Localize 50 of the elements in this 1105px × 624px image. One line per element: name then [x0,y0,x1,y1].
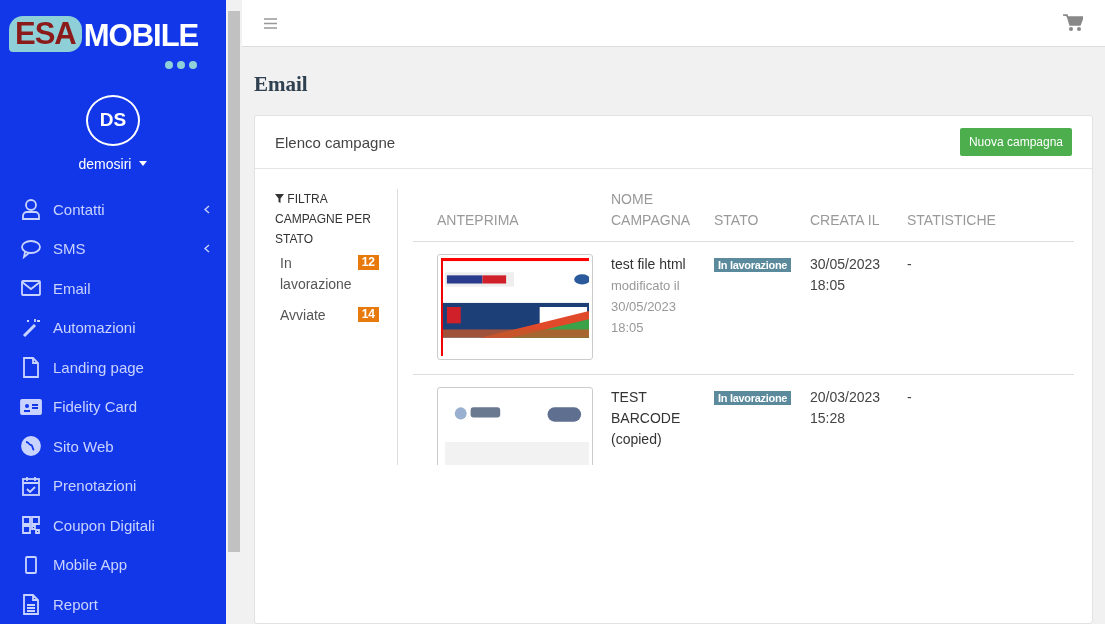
logo: ESA MOBILE [9,16,203,69]
globe-icon [20,435,42,458]
sidebar-item[interactable]: Email [0,268,226,308]
filter-title: FILTRA CAMPAGNE PER STATO [275,192,371,246]
cart-icon[interactable] [1063,14,1083,32]
chevron-icon [204,204,210,214]
user-avatar[interactable]: DS [86,94,140,146]
status-badge: In lavorazione [714,391,792,405]
column-header: STATISTICHE [907,212,996,228]
sidebar-item[interactable]: Coupon Digitali [0,505,226,545]
campaign-name: TEST BARCODE (copied) [611,388,682,449]
filter-item[interactable]: In lavorazione 12 [275,249,397,295]
sidebar-item[interactable]: Mobile App [0,545,226,585]
report-icon [20,593,42,616]
caret-icon[interactable] [139,161,148,166]
wand-icon [20,316,42,339]
column-header: CREATA IL [810,212,880,228]
sidebar-item[interactable]: Report [0,584,226,624]
sidebar-item[interactable]: Sito Web [0,426,226,466]
status-badge: In lavorazione [714,258,792,272]
menu-icon[interactable] [264,17,277,29]
sidebar-item[interactable]: Landing page [0,347,226,387]
filter-icon [275,194,284,203]
created-date: 20/03/2023 15:28 [810,389,881,426]
user-icon [20,198,42,221]
count-badge: 14 [357,307,379,322]
chat-icon [20,237,42,260]
sidebar-item[interactable]: Fidelity Card [0,387,226,427]
qr-icon [20,514,42,537]
column-header: ANTEPRIMA [437,212,519,228]
statistics-value: - [907,389,912,405]
column-header: STATO [714,212,759,228]
column-header: NOME CAMPAGNA [611,191,691,228]
filter-item[interactable]: Avviate 14 [275,301,397,326]
sidebar-item[interactable]: SMS [0,229,226,269]
sidebar-item[interactable]: Automazioni [0,308,226,348]
page-title: Email [254,72,309,98]
file-icon [20,356,42,379]
created-date: 30/05/2023 18:05 [810,256,881,293]
count-badge: 12 [357,255,379,270]
chevron-icon [204,244,210,254]
user-name[interactable]: demosiri [78,155,132,172]
sidebar-item[interactable]: Contatti [0,189,226,229]
card-title: Elenco campagne [275,133,396,151]
statistics-value: - [907,256,912,272]
campaign-name: test file html [611,255,687,274]
cal-icon [20,474,42,497]
modified-date: modificato il 30/05/2023 18:05 [611,277,681,337]
sidebar-item[interactable]: Prenotazioni [0,466,226,506]
new-campaign-button[interactable]: Nuova campagna [959,128,1072,156]
